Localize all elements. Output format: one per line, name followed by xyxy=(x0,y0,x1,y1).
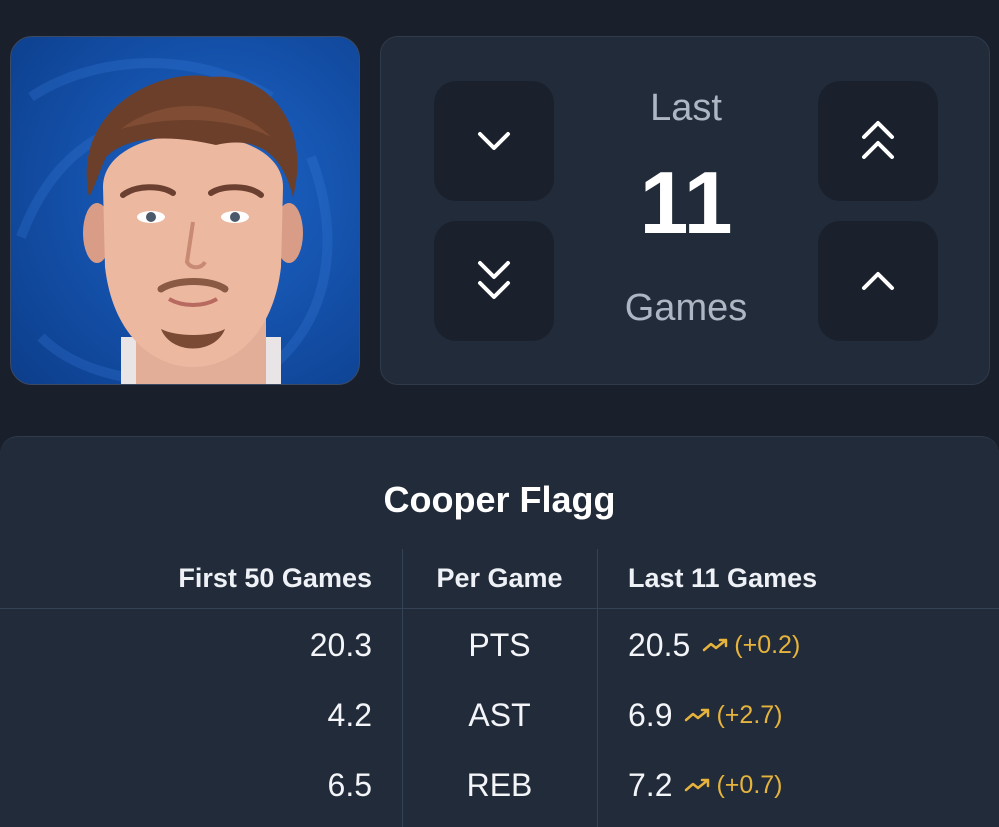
last-games-cell: 7.2 (+0.7) xyxy=(628,755,783,815)
header-last-games: Last 11 Games xyxy=(628,563,818,593)
last-games-value: 7.2 xyxy=(628,767,673,803)
stat-label: AST xyxy=(468,697,531,733)
games-selector: Last 11 Games xyxy=(380,36,990,385)
stat-label: REB xyxy=(466,767,533,803)
player-name: Cooper Flagg xyxy=(383,479,616,520)
player-photo xyxy=(10,36,360,385)
trend-up-icon xyxy=(685,708,710,722)
chevron-down-icon xyxy=(478,132,510,150)
double-chevron-up-icon xyxy=(862,121,894,159)
table-row: 20.3 PTS 20.5 (+0.2) xyxy=(0,615,999,675)
stats-panel: Cooper Flagg First 50 Games Per Game Las… xyxy=(0,436,999,827)
table-row: 6.5 REB 7.2 (+0.7) xyxy=(0,755,999,815)
trend-badge: (+2.7) xyxy=(684,685,783,745)
decrease-one-button[interactable] xyxy=(434,81,554,201)
increase-one-button[interactable] xyxy=(818,221,938,341)
last-games-value: 20.5 xyxy=(628,627,691,663)
trend-change: (+0.7) xyxy=(716,771,783,799)
games-label-bottom: Games xyxy=(624,287,748,329)
games-count: 11 xyxy=(639,153,733,252)
trend-up-icon xyxy=(703,638,728,652)
player-comparison-screen: Last 11 Games Cooper Flagg First 50 Game… xyxy=(0,0,999,827)
last-games-cell: 6.9 (+2.7) xyxy=(628,685,783,745)
games-count-display: Last 11 Games xyxy=(584,81,788,341)
decrease-many-button[interactable] xyxy=(434,221,554,341)
header-first-games: First 50 Games xyxy=(178,563,372,593)
trend-badge: (+0.7) xyxy=(684,755,783,815)
first-games-value: 6.5 xyxy=(327,767,372,803)
last-games-cell: 20.5 (+0.2) xyxy=(628,615,800,675)
chevron-up-icon xyxy=(862,272,894,290)
trend-up-icon xyxy=(685,778,710,792)
last-games-value: 6.9 xyxy=(628,697,673,733)
first-games-value: 4.2 xyxy=(327,697,372,733)
games-label-top: Last xyxy=(650,87,722,129)
table-row: 4.2 AST 6.9 (+2.7) xyxy=(0,685,999,745)
trend-badge: (+0.2) xyxy=(702,615,800,675)
player-portrait-illustration xyxy=(16,58,333,384)
increase-many-button[interactable] xyxy=(818,81,938,201)
header-divider xyxy=(0,608,999,609)
double-chevron-down-icon xyxy=(478,261,510,299)
header-per-game: Per Game xyxy=(436,563,563,593)
trend-change: (+2.7) xyxy=(716,701,783,729)
stat-label: PTS xyxy=(468,627,531,663)
first-games-value: 20.3 xyxy=(309,627,372,663)
trend-change: (+0.2) xyxy=(734,631,801,659)
